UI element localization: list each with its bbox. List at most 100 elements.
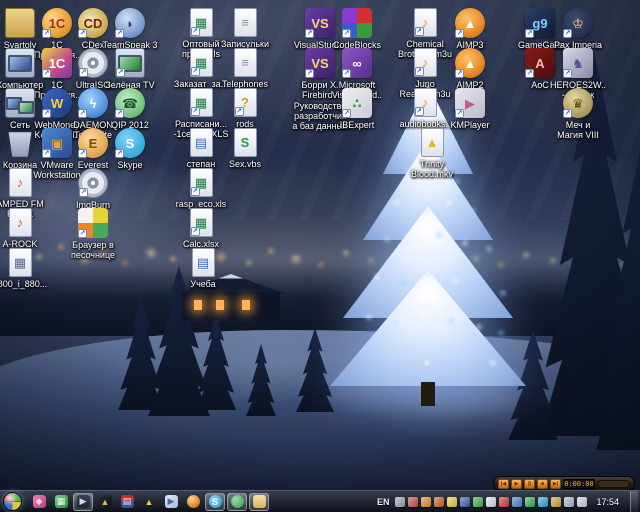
tray-flag-notify-icon[interactable] [486,497,496,507]
a-rock-icon: ♪ [9,208,32,237]
taskbar-bat-app-button[interactable]: ▲ [95,493,115,511]
show-desktop-button[interactable] [630,491,638,512]
tray-shield-yellow-icon[interactable] [447,497,457,507]
aimp-prev-button[interactable]: |◀ [498,479,509,489]
desktop-icon-rods[interactable]: ?↗rods [213,88,277,129]
tray-device-icon[interactable] [395,497,405,507]
desktop-icon-pax-imperia[interactable]: ♔↗Pax Imperia [546,8,610,50]
desktop-icon-green-tv[interactable]: ↗Зелёная TV [98,48,162,90]
tray-monitor-blue-icon[interactable] [512,497,522,507]
zapisulki-icon: ≡ [234,8,257,37]
teamspeak3-icon: ◗↗ [115,8,145,38]
desktop-icon-aimp3[interactable]: ▲↗AIMP3 [438,8,502,50]
taskbar-play-app-button[interactable]: ▶ [161,493,181,511]
tray-messenger-green-icon[interactable] [525,497,535,507]
audiobooks-m3u-icon: ♪↗ [414,88,437,117]
shortcut-arrow-icon: ↗ [455,109,464,118]
shortcut-arrow-icon: ↗ [42,109,51,118]
kmplayer-icon: ▶↗ [455,88,485,118]
shortcut-arrow-icon: ↗ [79,188,88,197]
tray-download-manager-icon[interactable] [434,497,444,507]
language-indicator[interactable]: EN [374,495,393,509]
green-app-icon: ▦ [55,495,68,508]
skype-icon: S↗ [115,128,145,158]
aimp-deskband[interactable]: |◀▶||■▶| 0:00:00 [493,476,635,491]
desktop-icon-a-rock[interactable]: ♪A-ROCK [0,208,52,249]
desktop-icon-might-magic-viii[interactable]: ♛↗Меч и Магия VIII [546,88,610,141]
aimp-progress-bar[interactable] [597,480,630,488]
clock[interactable]: 17:54 [590,497,627,507]
desktop-icon-codeblocks[interactable]: ↗CodeBlocks [325,8,389,50]
taskbar-globe-app-button[interactable] [227,493,247,511]
desktop-icon-ibexpert[interactable]: ∴↗IBExpert [325,88,389,130]
taskbar-firefox-button[interactable] [183,493,203,511]
aimp-time-display: 0:00:00 [563,479,595,489]
shortcut-arrow-icon: ↗ [42,69,51,78]
desktop-icon-qip-2012[interactable]: ☎↗QIP 2012 [98,88,162,130]
desktop-icon-kmplayer[interactable]: ▶↗KMPlayer [438,88,502,130]
media-window-icon: ▶ [77,495,90,508]
shortcut-arrow-icon: ↗ [115,149,124,158]
rods-icon: ?↗ [234,88,257,117]
desktop-icon-label: Меч и Магия VIII [546,120,610,141]
taskbar-media-window-button[interactable]: ▶ [73,493,93,511]
shortcut-arrow-icon: ↗ [191,227,200,236]
shortcut-arrow-icon: ↗ [415,27,424,36]
sandboxed-browser-icon: ↗ [78,208,108,238]
shortcut-arrow-icon: ↗ [191,27,200,36]
trinity-blood-mkv-icon: ▲ [421,128,444,157]
desktop-icon-label: Trinity Blood.mkv [400,159,464,180]
shortcut-arrow-icon: ↗ [455,29,464,38]
desktop-icon-sandboxed-browser[interactable]: ↗Браузер в песочнице [61,208,125,261]
tray-agent-red-icon[interactable] [408,497,418,507]
amped-fm-rock-icon: ♪ [9,168,32,197]
desktop-icon-skype[interactable]: S↗Skype [98,128,162,170]
shortcut-arrow-icon: ↗ [342,109,351,118]
shortcut-arrow-icon: ↗ [79,68,88,77]
desktop-icon-label: IBExpert [325,120,389,130]
desktop-icon-ucheba[interactable]: ▤Учеба [171,248,235,289]
desktop-icon-sex-vbs[interactable]: SSex.vbs [213,128,277,169]
desktop-icon-aimp2[interactable]: ▲↗AIMP2 [438,48,502,90]
shortcut-arrow-icon: ↗ [415,107,424,116]
desktop-icon-telephones[interactable]: ≡Telephones [213,48,277,89]
desktop-icon-8800-file[interactable]: ▦8800_і_880... [0,248,52,289]
optoviy-price-xls-icon: ▦↗ [190,8,213,37]
tray-browser-blue-icon[interactable] [460,497,470,507]
desktop-icon-zapisulki[interactable]: ≡Записульки [213,8,277,49]
tray-aimp-red-icon[interactable] [499,497,509,507]
taskbar-book-app-button[interactable]: ▤ [117,493,137,511]
taskbar: ◆▦▶▲▤▲▶S EN 17:54 [0,490,640,512]
shortcut-arrow-icon: ↗ [78,29,87,38]
globe-app-icon [231,495,244,508]
ms-visual-studio-icon: ∞↗ [342,48,372,78]
aimp-pause-button[interactable]: || [524,479,535,489]
tray-update-green-icon[interactable] [473,497,483,507]
desktop-icon-rasp-eco-xls[interactable]: ▦↗rasp_eco.xls [169,168,233,209]
desktop-icon-calc-xlsx[interactable]: ▦↗Calc.xlsx [169,208,233,249]
desktop-icon-imgburn[interactable]: ↗ImgBurn [61,168,125,210]
desktop-icon-label: Учеба [171,279,235,289]
tray-volume-icon[interactable] [577,497,587,507]
taskbar-delta-app-button[interactable]: ▲ [139,493,159,511]
tray-network-tray-icon[interactable] [564,497,574,507]
shortcut-arrow-icon: ↗ [563,29,572,38]
tray-skype-tray-icon[interactable] [538,497,548,507]
shortcut-arrow-icon: ↗ [191,187,200,196]
aimp-play-button[interactable]: ▶ [511,479,522,489]
taskbar-green-app-button[interactable]: ▦ [51,493,71,511]
aimp-stop-button[interactable]: ■ [537,479,548,489]
taskbar-pink-app-button[interactable]: ◆ [29,493,49,511]
chemical-brothers-m3u-icon: ♪↗ [414,8,437,37]
desktop-icon-trinity-blood-mkv[interactable]: ▲Trinity Blood.mkv [400,128,464,180]
taskbar-skype-app-button[interactable]: S [205,493,225,511]
tray-qip-flower-icon[interactable] [551,497,561,507]
heroes2w-icon: ♞↗ [563,48,593,78]
tray-orange-app-icon[interactable] [421,497,431,507]
start-button[interactable] [3,492,22,511]
aimp-next-button[interactable]: ▶| [550,479,561,489]
shortcut-arrow-icon: ↗ [305,29,314,38]
taskbar-explorer-button[interactable] [249,493,269,511]
green-tv-icon: ↗ [115,48,145,78]
desktop[interactable]: Svartolv1С↗1С Предприя..CD↗CDex◗↗TeamSpe… [0,0,640,512]
